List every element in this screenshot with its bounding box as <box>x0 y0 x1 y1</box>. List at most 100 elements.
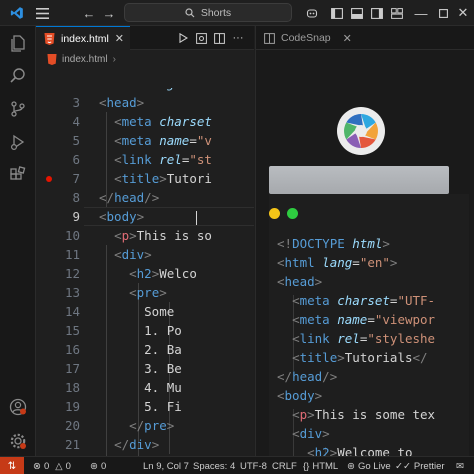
language-mode[interactable]: {} HTML <box>303 457 338 474</box>
code-line[interactable]: 4 <meta charset <box>36 112 254 131</box>
close-tab-icon[interactable]: ✕ <box>115 32 124 45</box>
code-line[interactable]: 11 <div> <box>36 245 254 264</box>
code-line[interactable]: 3 <head> <box>36 93 254 112</box>
breadcrumb-file[interactable]: index.html <box>62 54 108 65</box>
line-number: 20 <box>64 418 80 433</box>
code-token: < <box>114 228 122 243</box>
code-text: <title>Tutori <box>99 169 212 188</box>
run-icon[interactable] <box>175 30 191 46</box>
code-line[interactable]: 6 <link rel="st <box>36 150 254 169</box>
manage-gear-icon[interactable] <box>0 426 36 456</box>
split-editor-icon[interactable] <box>211 30 227 46</box>
code-line[interactable]: 12 <h2>Welco <box>36 264 254 283</box>
breadcrumb: index.html › <box>36 50 254 68</box>
snapshot-code-line: <meta charset="UTF- <box>277 291 435 310</box>
code-line[interactable]: 20 </pre> <box>36 416 254 435</box>
code-token: > <box>212 88 220 91</box>
forward-arrow-icon[interactable]: → <box>102 4 116 22</box>
go-live-button[interactable]: ⊛ Go Live <box>347 457 391 474</box>
code-text: <link rel="st <box>99 150 212 169</box>
code-snapshot-card[interactable]: <!DOCTYPE html> <html lang="en"> <head> <m… <box>269 194 469 474</box>
code-token: < <box>114 247 122 262</box>
code-line[interactable]: 9 <body> <box>36 207 254 226</box>
code-token: < <box>129 285 137 300</box>
line-number: 14 <box>64 304 80 319</box>
line-number: 18 <box>64 380 80 395</box>
run-debug-icon[interactable] <box>0 127 36 157</box>
code-line[interactable]: 13 <pre> <box>36 283 254 302</box>
more-actions-icon[interactable]: ··· <box>230 30 246 46</box>
go-live-label: Go Live <box>357 460 391 472</box>
problems-indicator[interactable]: ⊗ 0 △ 0 <box>33 457 71 474</box>
toggle-sidebar-icon[interactable] <box>330 4 344 22</box>
snapshot-code-line: <link rel="styleshe <box>277 329 435 348</box>
code-line[interactable]: 19 5. Fi <box>36 397 254 416</box>
open-preview-icon[interactable] <box>193 30 209 46</box>
code-token: > <box>159 285 167 300</box>
close-tab-icon[interactable]: ✕ <box>343 32 352 45</box>
prettier-status[interactable]: ✓✓ Prettier <box>395 457 445 474</box>
code-token: This is some tex <box>314 407 436 422</box>
line-number: 8 <box>72 190 80 205</box>
code-token: div <box>121 247 145 262</box>
notifications-bell-icon[interactable]: ✉ <box>456 457 464 474</box>
code-line[interactable]: 8 </head/> <box>36 188 254 207</box>
line-number: 7 <box>72 171 80 186</box>
code-line[interactable]: 10 <p>This is so <box>36 226 254 245</box>
code-token: < <box>277 255 285 270</box>
cursor-position[interactable]: Ln 9, Col 7 <box>143 457 189 474</box>
toggle-panel-icon[interactable] <box>350 4 364 22</box>
tab-index-html[interactable]: index.html ✕ <box>36 26 130 50</box>
remote-indicator-icon[interactable]: ⇅ <box>0 457 24 474</box>
encoding[interactable]: UTF-8 <box>240 457 267 474</box>
code-line[interactable]: 18 4. Mu <box>36 378 254 397</box>
line-number: 5 <box>72 133 80 148</box>
code-token: meta <box>299 312 330 327</box>
line-number: 13 <box>64 285 80 300</box>
toggle-secondary-sidebar-icon[interactable] <box>370 4 384 22</box>
ports-indicator[interactable]: ⊛ 0 <box>90 457 106 474</box>
code-text: 5. Fi <box>99 397 182 416</box>
back-arrow-icon[interactable]: ← <box>82 4 96 22</box>
close-window-icon[interactable]: ✕ <box>456 4 470 22</box>
tab-codesnap[interactable]: CodeSnap ✕ <box>256 26 356 50</box>
codesnap-aperture-logo-icon <box>336 106 386 156</box>
code-editor[interactable]: 2<html lang="en">3<head>4 <meta charset5… <box>36 88 254 456</box>
encoding-label: UTF-8 <box>240 460 267 472</box>
minimize-icon[interactable]: — <box>413 4 429 22</box>
code-token: = <box>367 312 375 327</box>
code-token: meta <box>299 293 330 308</box>
code-line[interactable]: 15 1. Po <box>36 321 254 340</box>
code-line[interactable]: 14 Some <box>36 302 254 321</box>
code-line[interactable]: 16 2. Ba <box>36 340 254 359</box>
code-text: 4. Mu <box>99 378 182 397</box>
code-line[interactable]: 21 </div> <box>36 435 254 454</box>
extensions-icon[interactable] <box>0 160 36 190</box>
code-text: Some <box>99 302 174 321</box>
code-token: 2. Ba <box>99 342 182 357</box>
indentation[interactable]: Spaces: 4 <box>193 457 235 474</box>
customize-layout-icon[interactable] <box>390 4 404 22</box>
source-control-icon[interactable] <box>0 94 36 124</box>
code-line[interactable]: 5 <meta name="v <box>36 131 254 150</box>
prettier-label: Prettier <box>413 460 445 472</box>
accounts-icon[interactable] <box>0 392 36 422</box>
copilot-icon[interactable] <box>305 4 319 22</box>
code-text: <body> <box>99 207 144 226</box>
code-line[interactable]: 7 <title>Tutori <box>36 169 254 188</box>
end-of-line[interactable]: CRLF <box>272 457 297 474</box>
code-line[interactable]: 17 3. Be <box>36 359 254 378</box>
menu-icon[interactable] <box>34 4 50 22</box>
maximize-icon[interactable] <box>436 4 450 22</box>
code-token: rel <box>337 331 360 346</box>
explorer-icon[interactable] <box>0 28 36 58</box>
command-center-search[interactable]: Shorts <box>124 3 292 22</box>
code-token: head <box>284 274 315 289</box>
search-icon[interactable] <box>0 61 36 91</box>
snapshot-code-line: <p>This is some tex <box>277 405 435 424</box>
